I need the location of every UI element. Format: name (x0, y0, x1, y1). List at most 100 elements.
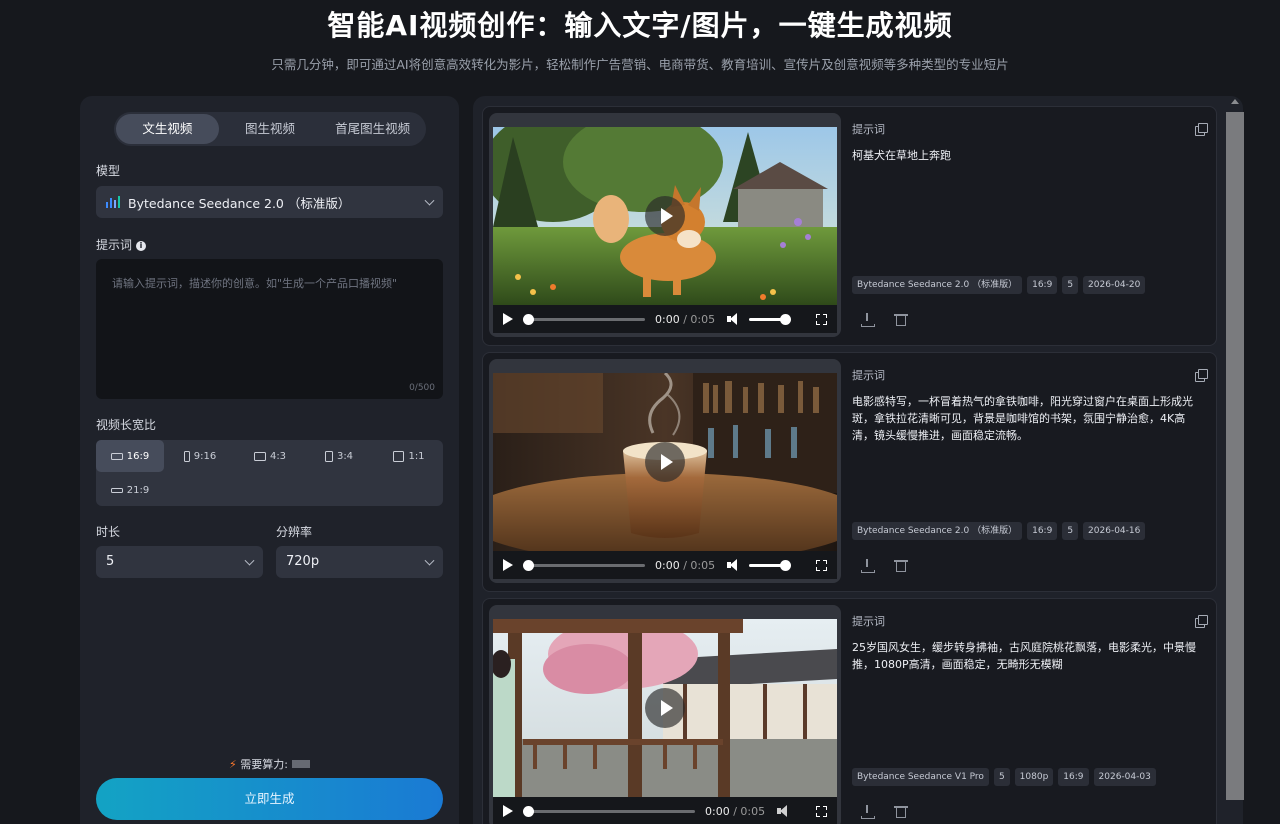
tag-duration: 5 (993, 768, 1010, 786)
play-icon[interactable] (503, 313, 513, 325)
portrait-icon (183, 450, 190, 462)
download-icon[interactable] (860, 805, 875, 819)
ratio-9-16[interactable]: 9:16 (166, 440, 234, 472)
prompt-input[interactable] (96, 259, 443, 399)
video-player[interactable]: 0:00 / 0:05 (489, 113, 841, 337)
play-overlay-icon[interactable] (645, 196, 685, 236)
tag-model: Bytedance Seedance 2.0 （标准版） (852, 522, 1023, 540)
tag-ratio: 16:9 (1027, 522, 1058, 540)
prompt-box: 0/500 (96, 259, 443, 399)
prompt-text: 25岁国风女生，缓步转身拂袖，古风庭院桃花飘落，电影柔光，中景慢推，1080P高… (852, 641, 1196, 671)
fullscreen-icon[interactable] (816, 313, 827, 325)
video-info: 提示词 电影感特写，一杯冒着热气的拿铁咖啡，阳光穿过窗户在桌面上形成光斑，拿铁拉… (852, 359, 1208, 587)
video-controls: 0:00 / 0:05 (493, 305, 837, 333)
muted-volume-icon[interactable] (777, 805, 791, 817)
ratio-21-9[interactable]: 21:9 (96, 474, 164, 506)
copy-icon[interactable] (1195, 615, 1208, 628)
ratio-label-1-1: 1:1 (408, 450, 425, 462)
tab-text-to-video[interactable]: 文生视频 (116, 114, 219, 144)
video-controls: 0:00 / 0:05 (493, 551, 837, 579)
tag-duration: 5 (1062, 522, 1079, 540)
ratio-16-9[interactable]: 16:9 (96, 440, 164, 472)
video-info: 提示词 25岁国风女生，缓步转身拂袖，古风庭院桃花飘落，电影柔光，中景慢推，10… (852, 605, 1208, 824)
ratio-1-1[interactable]: 1:1 (375, 440, 443, 472)
video-player[interactable]: 0:00 / 0:05 (489, 605, 841, 824)
ratio-label-3-4: 3:4 (336, 450, 354, 462)
landscape-icon (110, 452, 123, 460)
video-tags: Bytedance Seedance 2.0 （标准版） 16:9 5 2026… (852, 276, 1146, 294)
seek-bar[interactable] (523, 313, 645, 325)
prompt-label: 提示词 (96, 238, 133, 252)
resolution-label: 分辨率 (276, 525, 313, 539)
tag-date: 2026-04-16 (1083, 522, 1146, 540)
video-player[interactable]: 0:00 / 0:05 (489, 359, 841, 583)
video-thumbnail-courtyard (493, 619, 837, 797)
time-readout: 0:00 / 0:05 (705, 804, 766, 818)
ratio-4-3[interactable]: 4:3 (236, 440, 304, 472)
duration-label: 时长 (96, 525, 121, 539)
fullscreen-icon[interactable] (816, 805, 827, 817)
time-current: 0:00 (705, 804, 730, 818)
tab-image-to-video[interactable]: 图生视频 (219, 114, 322, 144)
page-title: 智能AI视频创作：输入文字/图片，一键生成视频 (327, 9, 953, 42)
mode-tabs: 文生视频 图生视频 首尾图生视频 (114, 112, 426, 146)
trash-icon[interactable] (894, 559, 908, 573)
prompt-title: 提示词 (852, 123, 885, 136)
create-panel: 文生视频 图生视频 首尾图生视频 模型 Bytedance Seedance 2… (80, 96, 459, 824)
scroll-up-arrow-icon[interactable] (1231, 99, 1239, 104)
info-icon[interactable]: i (136, 241, 147, 251)
portrait-icon (324, 450, 333, 462)
trash-icon[interactable] (894, 805, 908, 819)
prompt-text: 电影感特写，一杯冒着热气的拿铁咖啡，阳光穿过窗户在桌面上形成光斑，拿铁拉花清晰可… (852, 395, 1193, 442)
generate-button[interactable]: 立即生成 (96, 778, 443, 820)
resolution-value: 720p (286, 554, 320, 569)
volume-slider[interactable] (749, 313, 792, 325)
tag-ratio: 16:9 (1058, 768, 1089, 786)
video-tags: Bytedance Seedance V1 Pro 5 1080p 16:9 2… (852, 768, 1156, 786)
scrollbar-thumb[interactable] (1226, 112, 1244, 800)
tag-duration: 5 (1062, 276, 1079, 294)
ratio-label-21-9: 21:9 (126, 484, 150, 496)
resolution-select[interactable]: 720p (276, 546, 443, 578)
page-subtitle: 只需几分钟，即可通过AI将创意高效转化为影片，轻松制作广告营销、电商带货、教育培… (271, 57, 1009, 72)
tag-model: Bytedance Seedance 2.0 （标准版） (852, 276, 1023, 294)
cost-label: 需要算力: (240, 758, 288, 771)
play-icon[interactable] (503, 559, 513, 571)
volume-icon[interactable] (727, 559, 741, 571)
seek-bar[interactable] (523, 805, 695, 817)
ratio-options: 16:9 9:16 4:3 3:4 1:1 21:9 (96, 440, 443, 506)
video-thumbnail-corgi (493, 127, 837, 305)
chevron-down-icon (424, 555, 435, 566)
page-header: 智能AI视频创作：输入文字/图片，一键生成视频 只需几分钟，即可通过AI将创意高… (0, 0, 1280, 90)
time-total: 0:05 (740, 804, 766, 818)
video-thumbnail-latte (493, 373, 837, 551)
wide-icon (110, 487, 123, 493)
seek-bar[interactable] (523, 559, 645, 571)
download-icon[interactable] (860, 313, 875, 327)
ratio-label-9-16: 9:16 (193, 450, 217, 462)
model-select[interactable]: Bytedance Seedance 2.0 （标准版） (96, 186, 443, 218)
copy-icon[interactable] (1195, 369, 1208, 382)
volume-icon[interactable] (727, 313, 741, 325)
model-label: 模型 (96, 164, 121, 178)
model-value: Bytedance Seedance 2.0 （标准版） (128, 195, 351, 211)
prompt-title: 提示词 (852, 369, 885, 382)
video-controls: 0:00 / 0:05 (493, 797, 837, 824)
copy-icon[interactable] (1195, 123, 1208, 136)
card-actions (860, 805, 908, 819)
tag-ratio: 16:9 (1027, 276, 1058, 294)
cost-value-masked (291, 760, 310, 768)
ratio-3-4[interactable]: 3:4 (305, 440, 373, 472)
tag-date: 2026-04-03 (1093, 768, 1156, 786)
play-overlay-icon[interactable] (645, 688, 685, 728)
time-readout: 0:00 / 0:05 (655, 312, 716, 326)
fullscreen-icon[interactable] (816, 559, 827, 571)
duration-select[interactable]: 5 (96, 546, 263, 578)
play-overlay-icon[interactable] (645, 442, 685, 482)
prompt-title: 提示词 (852, 615, 885, 628)
play-icon[interactable] (503, 805, 513, 817)
trash-icon[interactable] (894, 313, 908, 327)
tab-first-last-frame-video[interactable]: 首尾图生视频 (321, 114, 424, 144)
volume-slider[interactable] (749, 559, 792, 571)
download-icon[interactable] (860, 559, 875, 573)
